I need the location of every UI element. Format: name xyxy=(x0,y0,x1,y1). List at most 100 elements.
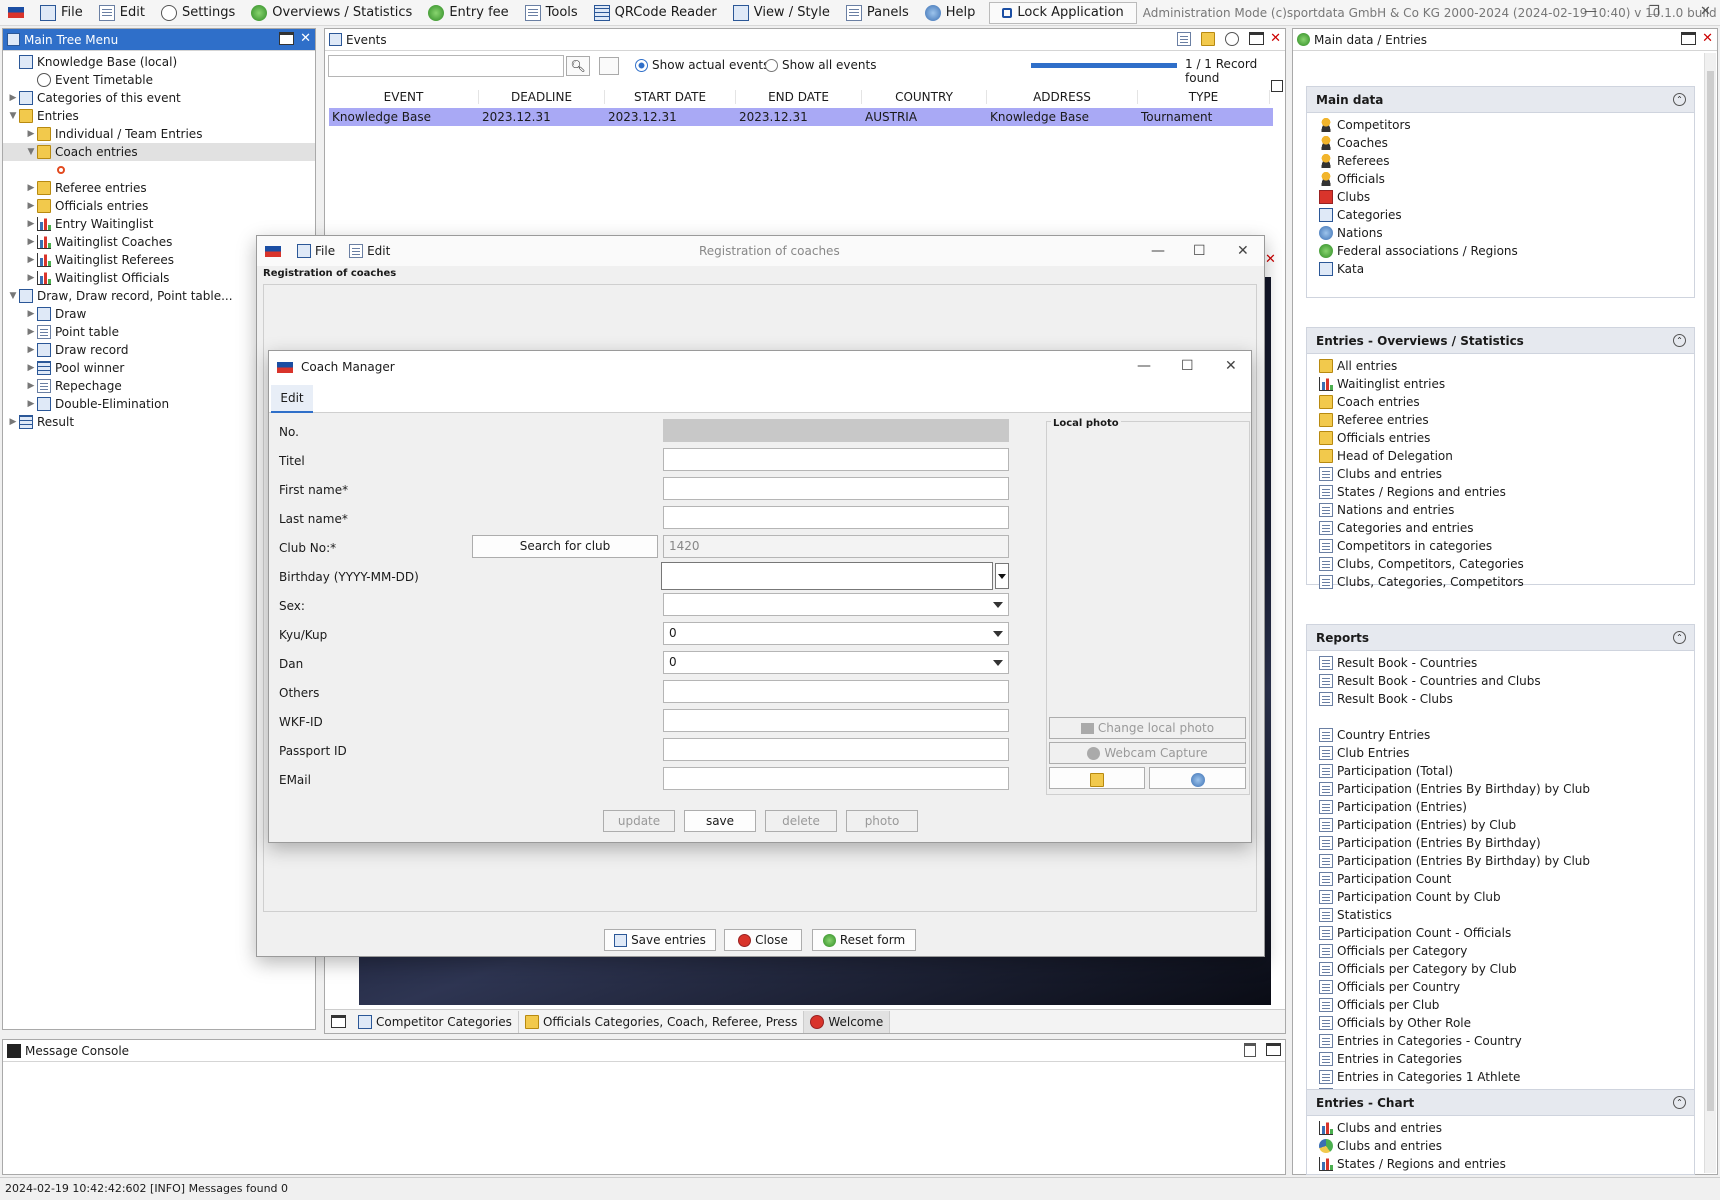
menu-overviews[interactable]: Overviews / Statistics xyxy=(243,0,420,25)
kyu-select[interactable]: 0 xyxy=(663,622,1009,645)
list-item[interactable]: Categories xyxy=(1307,206,1694,224)
chevron-right-icon[interactable]: ▶ xyxy=(25,273,37,283)
col-start-date[interactable]: START DATE xyxy=(605,90,736,104)
tree-item[interactable]: ▼ Coach entries xyxy=(3,143,315,161)
list-item[interactable]: Officials entries xyxy=(1307,429,1694,447)
list-item[interactable]: Participation Count - Officials xyxy=(1307,924,1694,942)
tab-welcome[interactable]: Welcome xyxy=(804,1010,891,1033)
chevron-down-icon[interactable]: ▼ xyxy=(25,147,37,157)
section-header[interactable]: Entries - Overviews / Statistics ⌃ xyxy=(1307,328,1694,354)
maximize-button[interactable]: ☐ xyxy=(1193,243,1206,259)
list-item[interactable]: Head of Delegation xyxy=(1307,447,1694,465)
list-item[interactable]: Officials per Country xyxy=(1307,978,1694,996)
close-panel-icon[interactable]: ✕ xyxy=(1702,32,1713,46)
list-item[interactable]: Statistics xyxy=(1307,906,1694,924)
menu-view-style[interactable]: View / Style xyxy=(725,0,838,25)
app-minimize-button[interactable]: — xyxy=(1584,4,1597,19)
list-item[interactable]: Kata xyxy=(1307,260,1694,278)
collapse-icon[interactable]: ⌃ xyxy=(1673,93,1686,106)
menu-file[interactable]: File xyxy=(32,0,91,25)
app-close-button[interactable]: ✕ xyxy=(1700,4,1711,19)
photo-button[interactable]: photo xyxy=(846,810,918,832)
list-item[interactable]: Coach entries xyxy=(1307,393,1694,411)
save-button[interactable]: save xyxy=(684,810,756,832)
list-item[interactable]: Clubs and entries xyxy=(1307,465,1694,483)
search-icon[interactable]: 🔍︎ xyxy=(566,56,590,76)
chevron-right-icon[interactable]: ▶ xyxy=(25,309,37,319)
app-maximize-button[interactable]: ❐ xyxy=(1648,4,1660,19)
collapse-icon[interactable]: ⌃ xyxy=(1673,334,1686,347)
list-item[interactable]: Clubs, Competitors, Categories xyxy=(1307,555,1694,573)
close-panel-icon[interactable]: ✕ xyxy=(1270,32,1281,46)
change-local-photo-button[interactable]: Change local photo xyxy=(1049,717,1246,739)
chevron-right-icon[interactable]: ▶ xyxy=(25,219,37,229)
first-name-field[interactable] xyxy=(663,477,1009,500)
list-item[interactable]: Entries in Categories xyxy=(1307,1050,1694,1068)
close-button[interactable]: ✕ xyxy=(1225,358,1237,374)
tab-edit[interactable]: Edit xyxy=(271,385,313,413)
maximize-panel-icon[interactable] xyxy=(279,32,295,45)
chevron-right-icon[interactable]: ▶ xyxy=(25,129,37,139)
col-type[interactable]: TYPE xyxy=(1138,90,1270,104)
section-header[interactable]: Reports ⌃ xyxy=(1307,625,1694,651)
list-item[interactable]: Officials xyxy=(1307,170,1694,188)
menu-settings[interactable]: Settings xyxy=(153,0,243,25)
chevron-right-icon[interactable]: ▶ xyxy=(25,255,37,265)
close-dialog-button[interactable]: Close xyxy=(724,929,802,951)
maximize-panel-icon[interactable] xyxy=(1266,1043,1281,1056)
menu-tools[interactable]: Tools xyxy=(517,0,586,25)
dan-select[interactable]: 0 xyxy=(663,651,1009,674)
list-item[interactable]: Participation (Entries By Birthday) by C… xyxy=(1307,852,1694,870)
section-header[interactable]: Main data ⌃ xyxy=(1307,87,1694,113)
list-item[interactable]: Clubs, Categories, Competitors xyxy=(1307,573,1694,591)
collapse-icon[interactable]: ⌃ xyxy=(1673,631,1686,644)
list-item[interactable]: Nations xyxy=(1307,224,1694,242)
list-item[interactable]: States / Regions and entries xyxy=(1307,483,1694,501)
col-event[interactable]: EVENT xyxy=(329,90,479,104)
list-item[interactable]: States / Regions and entries xyxy=(1307,1155,1694,1173)
lock-application-button[interactable]: Lock Application xyxy=(989,1,1137,24)
tree-item[interactable]: ▶ Individual / Team Entries xyxy=(3,125,315,143)
edit-photo-button[interactable] xyxy=(1049,767,1145,789)
col-end-date[interactable]: END DATE xyxy=(736,90,862,104)
col-address[interactable]: ADDRESS xyxy=(987,90,1138,104)
minimize-button[interactable]: — xyxy=(1151,243,1165,259)
list-item[interactable]: Participation (Entries) by Club xyxy=(1307,816,1694,834)
save-entries-button[interactable]: Save entries xyxy=(604,929,716,951)
list-item[interactable]: Officials per Category by Club xyxy=(1307,960,1694,978)
delete-button[interactable]: delete xyxy=(765,810,837,832)
scrollbar[interactable] xyxy=(1704,53,1716,1173)
list-item[interactable]: Participation Count xyxy=(1307,870,1694,888)
menu-panels[interactable]: Panels xyxy=(838,0,917,25)
refresh-photo-button[interactable] xyxy=(1149,767,1246,789)
list-item[interactable]: Officials per Club xyxy=(1307,996,1694,1014)
tree-item[interactable]: ▶ Categories of this event xyxy=(3,89,315,107)
chevron-right-icon[interactable]: ▶ xyxy=(25,183,37,193)
table-row[interactable]: Knowledge Base 2023.12.31 2023.12.31 202… xyxy=(329,108,1273,126)
list-item[interactable]: Participation (Entries) xyxy=(1307,798,1694,816)
close-button[interactable]: ✕ xyxy=(1237,243,1249,259)
menu-edit[interactable]: Edit xyxy=(91,0,153,25)
chevron-right-icon[interactable]: ▶ xyxy=(7,93,19,103)
birthday-picker-button[interactable] xyxy=(995,563,1009,589)
update-button[interactable]: update xyxy=(603,810,675,832)
registration-menu-file[interactable]: File xyxy=(297,244,335,258)
chevron-right-icon[interactable]: ▶ xyxy=(25,363,37,373)
maximize-panel-icon[interactable] xyxy=(1681,32,1697,45)
tree-item[interactable]: Event Timetable xyxy=(3,71,315,89)
list-item[interactable]: Participation (Entries By Birthday) xyxy=(1307,834,1694,852)
list-item[interactable]: Clubs xyxy=(1307,188,1694,206)
list-item[interactable]: Categories and entries xyxy=(1307,519,1694,537)
tab-layout-icon[interactable] xyxy=(331,1015,346,1028)
list-item[interactable]: Participation (Total) xyxy=(1307,762,1694,780)
titel-field[interactable] xyxy=(663,448,1009,471)
list-item[interactable]: Clubs and entries xyxy=(1307,1119,1694,1137)
reload-icon[interactable] xyxy=(599,57,619,75)
reset-form-button[interactable]: Reset form xyxy=(812,929,916,951)
birthday-field[interactable] xyxy=(661,562,993,590)
search-for-club-button[interactable]: Search for club xyxy=(472,535,658,558)
events-search-input[interactable] xyxy=(328,55,564,77)
list-item[interactable]: Result Book - Countries and Clubs xyxy=(1307,672,1694,690)
refresh-icon[interactable] xyxy=(1225,32,1240,46)
list-item[interactable]: Entries in Categories 1 Athlete xyxy=(1307,1068,1694,1086)
